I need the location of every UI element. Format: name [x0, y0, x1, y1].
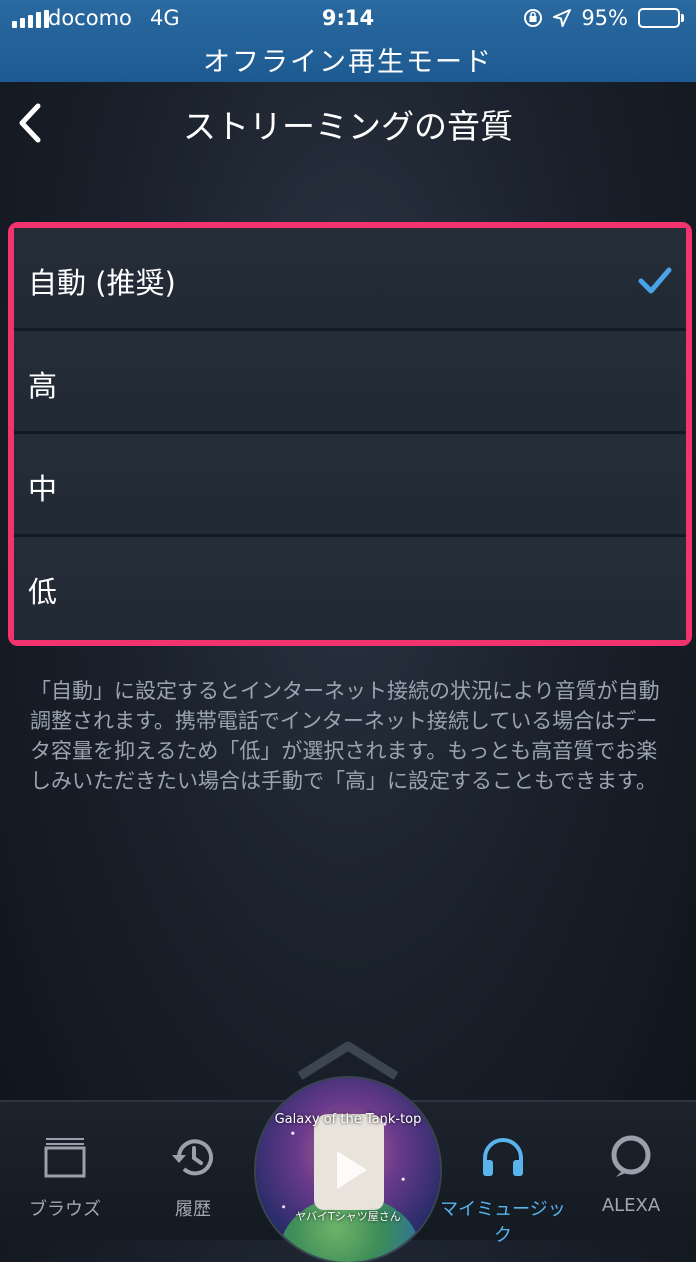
status-right: 95% [523, 6, 684, 30]
top-band: docomo 4G 9:14 95% オフライン再生モード [0, 0, 696, 82]
option-high[interactable]: 高 [14, 331, 686, 434]
browse-icon [44, 1138, 86, 1178]
play-icon [334, 1148, 370, 1196]
battery-percent: 95% [581, 6, 628, 30]
option-label: 自動 (推奨) [28, 266, 176, 300]
album-art-artist: ヤバイTシャツ屋さん [295, 1210, 401, 1223]
option-label: 中 [28, 472, 58, 506]
album-art-title: Galaxy of the Tank-top [274, 1112, 422, 1127]
headphones-icon [483, 1138, 523, 1176]
option-label: 高 [28, 369, 58, 403]
rotation-lock-icon [523, 8, 543, 28]
option-auto[interactable]: 自動 (推奨) [14, 228, 686, 331]
history-icon [172, 1139, 213, 1176]
tab-my-music[interactable]: マイミュージック [438, 1102, 568, 1246]
tab-label: ALEXA [601, 1195, 661, 1216]
quality-options-list: 自動 (推奨) 高 中 低 [8, 222, 692, 646]
option-low[interactable]: 低 [14, 537, 686, 640]
option-label: 低 [28, 575, 58, 609]
checkmark-icon [638, 266, 672, 300]
now-playing-button[interactable]: Galaxy of the Tank-top ヤバイTシャツ屋さん [256, 1078, 440, 1262]
alexa-icon [611, 1135, 651, 1177]
location-icon [553, 9, 572, 27]
tab-alexa[interactable]: ALEXA [566, 1102, 696, 1240]
tab-label: マイミュージック [440, 1199, 566, 1246]
tab-label: 履歴 [175, 1199, 211, 1220]
quality-description: 「自動」に設定するとインターネット接続の状況により音質が自動調整されます。携帯電… [30, 679, 660, 793]
offline-mode-banner[interactable]: オフライン再生モード [0, 40, 696, 79]
tab-label: ブラウズ [29, 1199, 101, 1220]
battery-icon [638, 8, 684, 28]
tab-browse[interactable]: ブラウズ [0, 1102, 130, 1240]
status-bar: docomo 4G 9:14 95% [0, 0, 696, 38]
option-medium[interactable]: 中 [14, 434, 686, 537]
tab-history[interactable]: 履歴 [128, 1102, 258, 1240]
page-title: ストリーミングの音質 [183, 107, 513, 146]
